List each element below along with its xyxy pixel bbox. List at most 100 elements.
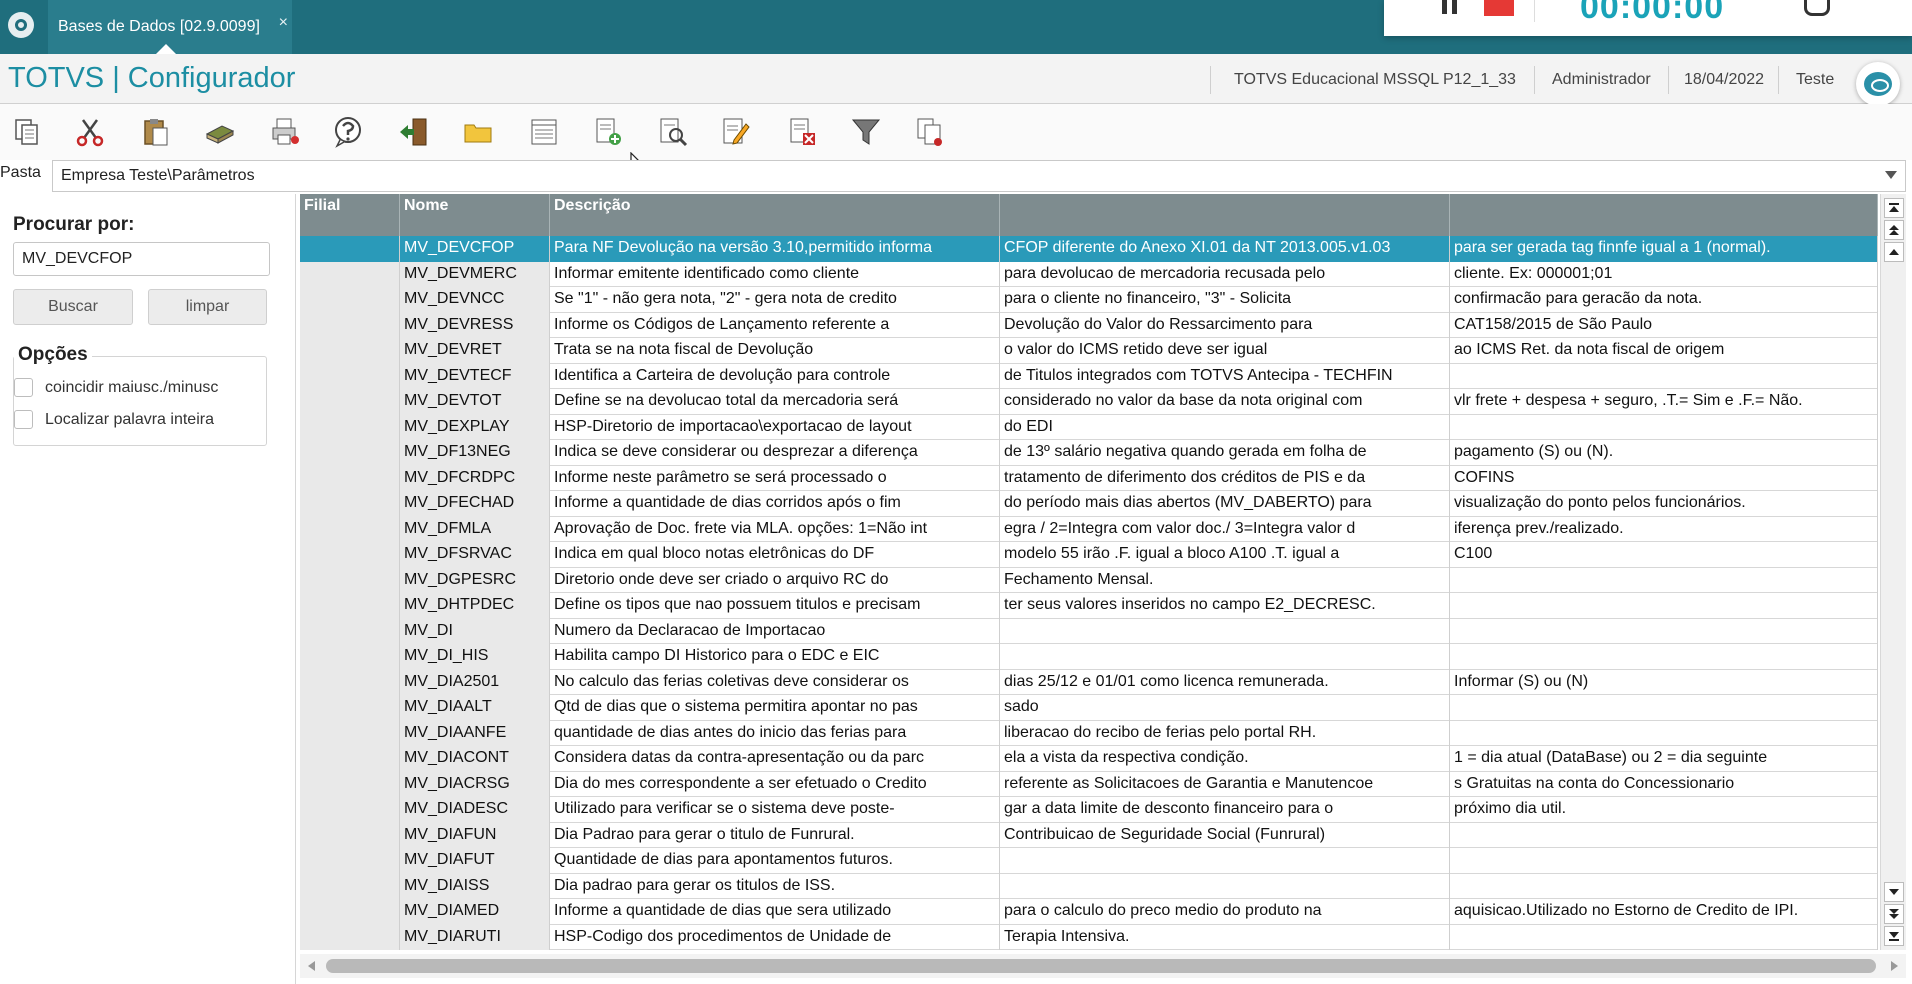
column-header-descricao[interactable]: Descrição <box>550 194 1000 236</box>
scroll-left-icon[interactable] <box>308 961 315 971</box>
table-row[interactable]: MV_DIA2501 No calculo das ferias coletiva… <box>300 669 1878 695</box>
list-icon[interactable] <box>526 114 562 150</box>
table-row[interactable]: MV_DFECHAD Informe a quantidade de dias c… <box>300 491 1878 517</box>
paste-icon[interactable] <box>138 114 174 150</box>
book-icon[interactable] <box>202 114 238 150</box>
column-header-filial[interactable]: Filial <box>300 194 400 236</box>
table-row[interactable]: MV_DIACONT Considera datas da contra-apre… <box>300 746 1878 772</box>
table-row[interactable]: MV_DI Numero da Declaracao de Importacao <box>300 618 1878 644</box>
cell-descricao: Identifica a Carteira de devolução para … <box>550 363 1000 389</box>
table-row[interactable]: MV_DIADESC Utilizado para verificar se o … <box>300 797 1878 823</box>
table-row[interactable]: MV_DEVMERC Informar emitente identificado… <box>300 261 1878 287</box>
table-row[interactable]: MV_DFCRDPC Informe neste parâmetro se ser… <box>300 465 1878 491</box>
scroll-page-down-icon[interactable] <box>1884 904 1904 924</box>
copy-record-icon[interactable] <box>912 114 948 150</box>
cell-descricao-3: aquisicao.Utilizado no Estorno de Credit… <box>1450 899 1878 925</box>
cell-descricao-3: C100 <box>1450 542 1878 568</box>
copy-icon[interactable] <box>9 114 45 150</box>
chat-help-icon[interactable] <box>1856 62 1900 106</box>
search-record-icon[interactable] <box>655 114 691 150</box>
pen-icon[interactable] <box>1804 0 1830 16</box>
table-row[interactable]: MV_DIAMED Informe a quantidade de dias qu… <box>300 899 1878 925</box>
column-header-descricao-3[interactable] <box>1450 194 1878 236</box>
table-row[interactable]: MV_DF13NEG Indica se deve considerar ou d… <box>300 440 1878 466</box>
table-row[interactable]: MV_DFSRVAC Indica em qual bloco notas ele… <box>300 542 1878 568</box>
scroll-bottom-icon[interactable] <box>1884 926 1904 946</box>
cell-nome: MV_DI_HIS <box>400 644 550 670</box>
pause-icon[interactable] <box>1440 0 1462 14</box>
case-sensitive-option[interactable]: coincidir maiusc./minusc <box>14 378 218 397</box>
cell-filial <box>300 720 400 746</box>
cell-descricao-3 <box>1450 873 1878 899</box>
stop-icon[interactable] <box>1484 0 1514 16</box>
scroll-right-icon[interactable] <box>1891 961 1898 971</box>
help-icon[interactable] <box>330 114 366 150</box>
table-row[interactable]: MV_DIAANFE quantidade de dias antes do in… <box>300 720 1878 746</box>
cell-descricao-2: gar a data limite de desconto financeiro… <box>1000 797 1450 823</box>
table-row[interactable]: MV_DEVNCC Se "1" - não gera nota, "2" - g… <box>300 287 1878 313</box>
table-row[interactable]: MV_DIAALT Qtd de dias que o sistema permi… <box>300 695 1878 721</box>
totvs-logo-icon[interactable] <box>8 12 34 38</box>
table-row[interactable]: MV_DEXPLAY HSP-Diretorio de importacao\ex… <box>300 414 1878 440</box>
filter-icon[interactable] <box>848 114 884 150</box>
print-icon[interactable] <box>267 114 303 150</box>
table-row[interactable]: MV_DIARUTI HSP-Codigo dos procedimentos d… <box>300 924 1878 950</box>
table-row[interactable]: MV_DEVTOT Define se na devolucao total da… <box>300 389 1878 415</box>
folder-icon[interactable] <box>460 114 496 150</box>
table-row[interactable]: MV_DIAISS Dia padrao para gerar os titulo… <box>300 873 1878 899</box>
cell-descricao-2: Fechamento Mensal. <box>1000 567 1450 593</box>
buscar-button[interactable]: Buscar <box>13 289 133 325</box>
cell-descricao: No calculo das ferias coletivas deve con… <box>550 669 1000 695</box>
cut-icon[interactable] <box>72 114 108 150</box>
table-row[interactable]: MV_DIAFUN Dia Padrao para gerar o titulo … <box>300 822 1878 848</box>
column-header-nome[interactable]: Nome <box>400 194 550 236</box>
table-row[interactable]: MV_DEVRESS Informe os Códigos de Lançamen… <box>300 312 1878 338</box>
cell-nome: MV_DGPESRC <box>400 567 550 593</box>
close-icon[interactable]: × <box>279 14 288 32</box>
horizontal-scroll-thumb[interactable] <box>326 959 1876 973</box>
chevron-down-icon[interactable] <box>1885 171 1897 179</box>
cell-descricao-2: para devolucao de mercadoria recusada pe… <box>1000 261 1450 287</box>
pasta-select[interactable]: Empresa Teste\Parâmetros <box>52 160 1906 192</box>
pasta-label: Pasta <box>0 164 41 181</box>
table-row[interactable]: MV_DHTPDEC Define os tipos que nao possue… <box>300 593 1878 619</box>
tab-bases-de-dados[interactable]: Bases de Dados [02.9.0099] × <box>48 0 292 54</box>
cell-descricao-2: considerado no valor da base da nota ori… <box>1000 389 1450 415</box>
exit-icon[interactable] <box>396 114 432 150</box>
cell-descricao-2 <box>1000 873 1450 899</box>
horizontal-scrollbar[interactable] <box>300 954 1906 978</box>
options-group <box>13 356 267 446</box>
column-header-descricao-2[interactable] <box>1000 194 1450 236</box>
whole-word-checkbox[interactable] <box>14 410 33 429</box>
search-input[interactable] <box>13 242 270 276</box>
cell-descricao: Define os tipos que nao possuem titulos … <box>550 593 1000 619</box>
cell-descricao-2: Terapia Intensiva. <box>1000 924 1450 950</box>
scroll-down-icon[interactable] <box>1884 882 1904 902</box>
limpar-button[interactable]: limpar <box>148 289 267 325</box>
cell-nome: MV_DIACONT <box>400 746 550 772</box>
scroll-top-icon[interactable] <box>1884 198 1904 218</box>
delete-record-icon[interactable] <box>784 114 820 150</box>
user-label: Administrador <box>1552 71 1651 88</box>
table-row[interactable]: MV_DEVRET Trata se na nota fiscal de Devo… <box>300 338 1878 364</box>
cell-filial <box>300 389 400 415</box>
cell-filial <box>300 644 400 670</box>
add-record-icon[interactable] <box>590 114 626 150</box>
cell-descricao-3 <box>1450 593 1878 619</box>
edit-record-icon[interactable] <box>718 114 754 150</box>
whole-word-option[interactable]: Localizar palavra inteira <box>14 410 214 429</box>
table-row[interactable]: MV_DIACRSG Dia do mes correspondente a se… <box>300 771 1878 797</box>
cell-descricao: Informe os Códigos de Lançamento referen… <box>550 312 1000 338</box>
vertical-scrollbar[interactable] <box>1880 194 1906 950</box>
table-row[interactable]: MV_DFMLA Aprovação de Doc. frete via MLA.… <box>300 516 1878 542</box>
scroll-up-icon[interactable] <box>1884 242 1904 262</box>
case-sensitive-checkbox[interactable] <box>14 378 33 397</box>
table-row[interactable]: MV_DEVTECF Identifica a Carteira de devol… <box>300 363 1878 389</box>
table-row[interactable]: MV_DIAFUT Quantidade de dias para apontam… <box>300 848 1878 874</box>
table-row[interactable]: MV_DGPESRC Diretorio onde deve ser criado… <box>300 567 1878 593</box>
table-row[interactable]: MV_DI_HIS Habilita campo DI Historico par… <box>300 644 1878 670</box>
scroll-page-up-icon[interactable] <box>1884 220 1904 240</box>
cell-descricao-2 <box>1000 644 1450 670</box>
cell-descricao: Indica em qual bloco notas eletrônicas d… <box>550 542 1000 568</box>
table-row[interactable]: MV_DEVCFOP Para NF Devolução na versão 3.… <box>300 236 1878 262</box>
